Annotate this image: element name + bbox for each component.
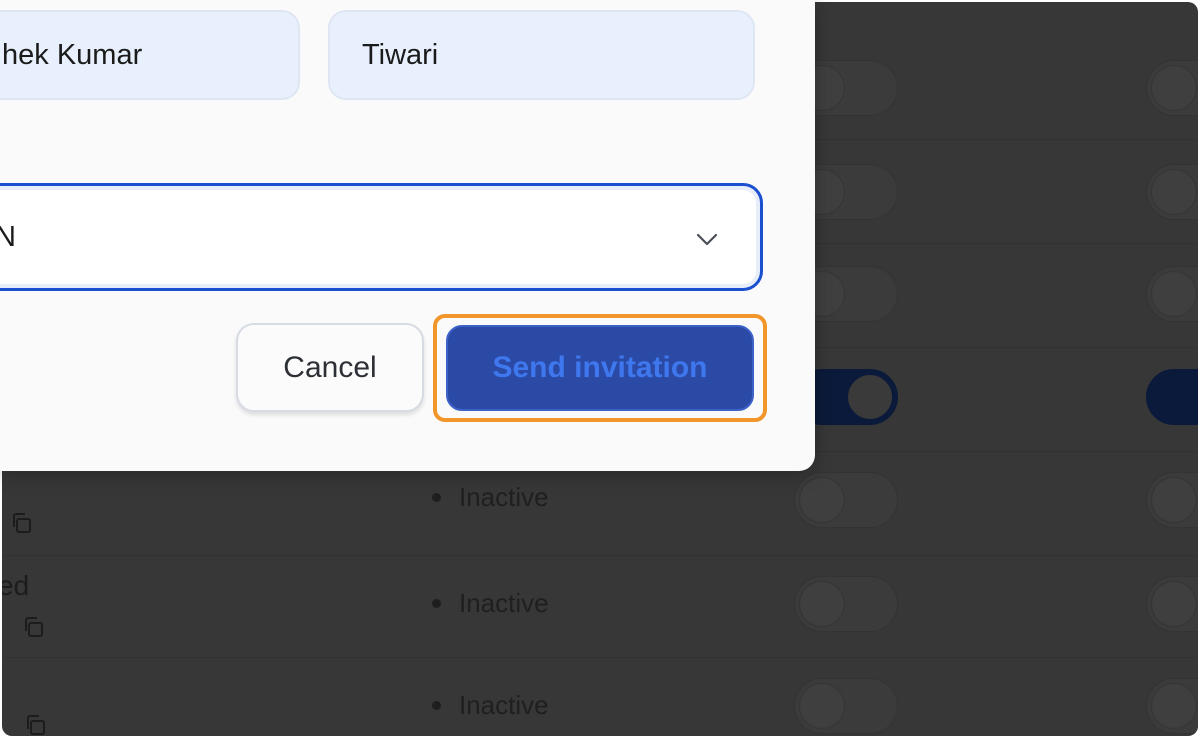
status-label: Inactive [459,690,549,720]
send-invitation-button[interactable]: Send invitation [446,325,754,411]
copy-icon[interactable] [24,714,46,736]
toggle-switch[interactable] [1146,576,1198,632]
first-name-value: hek Kumar [2,38,143,71]
copy-icon[interactable] [22,616,44,638]
role-select[interactable]: N [0,183,763,291]
first-name-input[interactable]: hek Kumar [0,10,300,100]
status-dot-icon [432,599,441,608]
toggle-switch[interactable] [794,472,898,528]
row-divider [2,555,1198,556]
toggle-switch[interactable] [1146,678,1198,734]
status-label: Inactive [459,588,549,618]
role-select-value: N [0,220,16,253]
status-badge: Inactive [432,482,549,513]
status-badge: Inactive [432,690,549,721]
toggle-switch[interactable] [1146,472,1198,528]
chevron-down-icon [696,233,718,246]
last-name-input[interactable]: Tiwari [328,10,755,100]
toggle-switch-on[interactable] [1146,369,1198,425]
toggle-switch[interactable] [1146,266,1198,322]
last-name-value: Tiwari [362,38,439,71]
toggle-switch[interactable] [794,678,898,734]
toggle-switch[interactable] [794,576,898,632]
status-badge: Inactive [432,588,549,619]
cancel-button[interactable]: Cancel [236,323,424,412]
row-divider [2,657,1198,658]
status-dot-icon [432,701,441,710]
status-dot-icon [432,493,441,502]
toggle-switch[interactable] [1146,60,1198,116]
user-name-fragment: ed [2,570,30,601]
status-label: Inactive [459,482,549,512]
toggle-switch[interactable] [1146,164,1198,220]
copy-icon[interactable] [10,512,32,534]
invite-user-dialog: hek Kumar Tiwari N Cancel Send invitatio… [0,0,815,471]
